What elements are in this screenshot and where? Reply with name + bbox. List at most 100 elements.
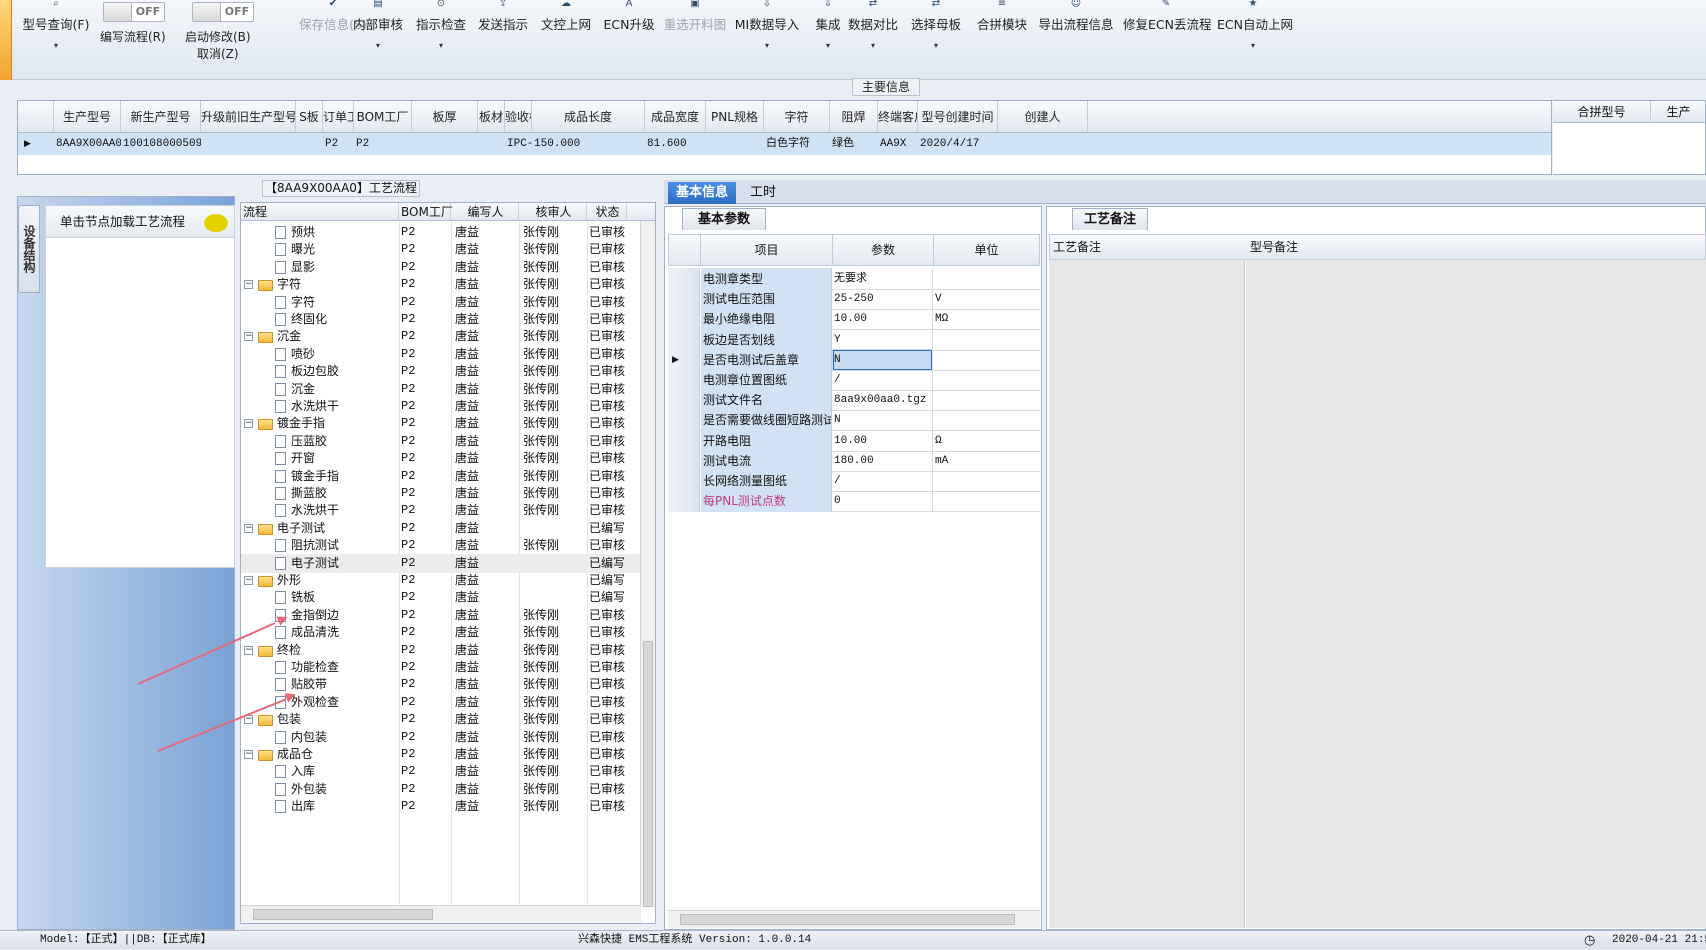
table-cell[interactable] bbox=[706, 133, 764, 155]
toolbar-button[interactable]: ☁ 文控上网 bbox=[538, 0, 594, 60]
collapse-toggle-icon[interactable]: − bbox=[244, 280, 253, 290]
tree-row[interactable]: 出库 P2 唐益 张传刚 已审核 bbox=[241, 797, 641, 816]
table-cell[interactable]: 白色字符 bbox=[764, 133, 830, 155]
row-selector[interactable] bbox=[668, 328, 700, 351]
table-cell[interactable] bbox=[998, 133, 1088, 155]
tree-row[interactable]: − 电子测试 P2 唐益 已编写 bbox=[241, 519, 641, 538]
tree-row[interactable]: 预烘 P2 唐益 张传刚 已审核 bbox=[241, 223, 641, 242]
param-value[interactable]: 10.00 bbox=[832, 429, 933, 452]
tree-vertical-scrollbar[interactable] bbox=[640, 221, 655, 907]
table-cell[interactable] bbox=[296, 133, 323, 155]
row-selector[interactable] bbox=[668, 268, 700, 290]
param-row[interactable]: 电测章位置图纸 / bbox=[668, 369, 1040, 391]
toolbar-button[interactable]: ⇩ 集成 ▾ bbox=[808, 0, 848, 60]
row-selector[interactable] bbox=[668, 449, 700, 472]
row-selector[interactable] bbox=[668, 490, 700, 513]
node-hint-header[interactable]: 单击节点加载工艺流程 bbox=[46, 206, 234, 238]
column-header[interactable]: 成品长度 bbox=[532, 101, 645, 133]
column-header[interactable]: 创建人 bbox=[998, 101, 1088, 133]
table-cell[interactable]: P2 bbox=[354, 133, 412, 155]
table-cell[interactable] bbox=[201, 133, 296, 155]
tree-row[interactable]: 曝光 P2 唐益 张传刚 已审核 bbox=[241, 240, 641, 259]
param-grid[interactable]: 项目 参数 单位 电测章类型 无要求 测试电压范围 25-250 V 最小绝缘电阻 10.0… bbox=[668, 234, 1040, 532]
param-value[interactable]: / bbox=[832, 470, 933, 492]
tree-row[interactable]: 显影 P2 唐益 张传刚 已审核 bbox=[241, 258, 641, 277]
table-cell[interactable]: 绿色 bbox=[830, 133, 878, 155]
param-value[interactable]: 8aa9x00aa0.tgz bbox=[832, 389, 933, 412]
merge-model-grid[interactable]: 合拼型号 生产 bbox=[1553, 100, 1706, 175]
column-header[interactable]: PNL规格 bbox=[706, 101, 764, 133]
collapse-toggle-icon[interactable]: − bbox=[244, 750, 253, 759]
table-cell[interactable]: 150.000 bbox=[532, 133, 645, 155]
tree-row[interactable]: 铣板 P2 唐益 已编写 bbox=[241, 588, 641, 607]
tree-row[interactable]: 贴胶带 P2 唐益 张传刚 已审核 bbox=[241, 675, 641, 694]
toolbar-button[interactable]: ★ ECN自动上网 ▾ bbox=[1217, 0, 1293, 60]
tree-row[interactable]: − 包装 P2 唐益 张传刚 已审核 bbox=[241, 710, 641, 729]
tree-row[interactable]: 内包装 P2 唐益 张传刚 已审核 bbox=[241, 728, 641, 747]
tree-row[interactable]: − 沉金 P2 唐益 张传刚 已审核 bbox=[241, 327, 641, 346]
toolbar-button[interactable]: ⊙ 指示检查 ▾ bbox=[413, 0, 469, 60]
toolbar-button[interactable]: A ECN升级 bbox=[601, 0, 657, 60]
table-cell[interactable]: 8AA9X00AA0 bbox=[54, 133, 121, 155]
collapse-toggle-icon[interactable]: − bbox=[244, 523, 253, 533]
table-cell[interactable]: 81.600 bbox=[645, 133, 706, 155]
row-selector[interactable] bbox=[668, 369, 700, 391]
param-value[interactable]: 10.00 bbox=[832, 308, 933, 331]
param-value[interactable]: N bbox=[832, 348, 933, 371]
scroll-thumb[interactable] bbox=[680, 914, 1015, 925]
param-row[interactable]: 测试电压范围 25-250 V bbox=[668, 288, 1040, 311]
param-horizontal-scrollbar[interactable] bbox=[668, 910, 1040, 928]
column-header[interactable]: 新生产型号 bbox=[121, 101, 201, 133]
param-value[interactable]: / bbox=[832, 369, 933, 391]
tree-row[interactable]: 入库 P2 唐益 张传刚 已审核 bbox=[241, 762, 641, 781]
tree-row[interactable]: 沉金 P2 唐益 张传刚 已审核 bbox=[241, 380, 641, 399]
tree-row[interactable]: 板边包胶 P2 唐益 张传刚 已审核 bbox=[241, 362, 641, 381]
table-row[interactable]: ▶ 8AA9X00AA010010800050912 P2P2 IPC-6012 I… bbox=[18, 133, 1551, 155]
collapse-toggle-icon[interactable]: − bbox=[244, 419, 253, 429]
tree-row[interactable]: 阻抗测试 P2 唐益 张传刚 已审核 bbox=[241, 536, 641, 555]
param-row[interactable]: 每PNL测试点数 0 bbox=[668, 490, 1040, 513]
process-flow-tree[interactable]: 流程 BOM工厂 编写人 核审人 状态 预烘 P2 唐益 张传刚 已审核 曝光 P2 唐益 张传… bbox=[240, 202, 656, 924]
model-info-grid[interactable]: 生产型号新生产型号升级前旧生产型号S板订单工厂BOM工厂板厚板材验收标准成品长度… bbox=[17, 100, 1552, 175]
row-selector[interactable]: ▶ bbox=[668, 348, 700, 371]
node-list[interactable]: 单击节点加载工艺流程 bbox=[45, 205, 235, 568]
tree-row[interactable]: − 外形 P2 唐益 已编写 bbox=[241, 571, 641, 590]
collapse-toggle-icon[interactable]: − bbox=[244, 332, 253, 342]
tree-row[interactable]: 水洗烘干 P2 唐益 张传刚 已审核 bbox=[241, 397, 641, 416]
collapse-toggle-icon[interactable]: − bbox=[244, 576, 253, 585]
toolbar-button[interactable]: ⇄ 数据对比 ▾ bbox=[845, 0, 901, 60]
scroll-thumb[interactable] bbox=[253, 909, 433, 920]
tree-row[interactable]: 撕蓝胶 P2 唐益 张传刚 已审核 bbox=[241, 484, 641, 503]
collapse-toggle-icon[interactable]: − bbox=[244, 645, 253, 655]
start-edit-toggle[interactable]: OFF bbox=[192, 2, 254, 22]
param-row[interactable]: 板边是否划线 Y bbox=[668, 328, 1040, 351]
process-remark-input[interactable] bbox=[1049, 260, 1245, 928]
write-flow-toggle[interactable]: OFF bbox=[103, 2, 165, 22]
tree-row[interactable]: 成品清洗 P2 唐益 张传刚 已审核 bbox=[241, 623, 641, 642]
model-remark-input[interactable] bbox=[1246, 260, 1706, 928]
toolbar-button[interactable]: ⇩ MI数据导入 ▾ bbox=[733, 0, 801, 60]
column-header[interactable]: 字符 bbox=[764, 101, 830, 133]
toolbar-button[interactable]: ⇪ 发送指示 bbox=[475, 0, 531, 60]
tree-row[interactable]: − 终检 P2 唐益 张传刚 已审核 bbox=[241, 641, 641, 660]
param-row[interactable]: ▶ 是否电测试后盖章 N bbox=[668, 348, 1040, 371]
column-header[interactable]: 订单工厂 bbox=[323, 101, 354, 133]
tree-row[interactable]: 镀金手指 P2 唐益 张传刚 已审核 bbox=[241, 467, 641, 486]
toolbar-button[interactable]: ⇄ 选择母板 ▾ bbox=[908, 0, 964, 60]
tree-row[interactable]: 终固化 P2 唐益 张传刚 已审核 bbox=[241, 310, 641, 329]
param-row[interactable]: 开路电阻 10.00 Ω bbox=[668, 429, 1040, 452]
table-cell[interactable] bbox=[412, 133, 478, 155]
row-selector[interactable] bbox=[668, 389, 700, 412]
column-header[interactable]: 升级前旧生产型号 bbox=[201, 101, 296, 133]
cancel-button[interactable]: 取消(Z) bbox=[197, 45, 239, 62]
tree-row[interactable]: 开窗 P2 唐益 张传刚 已审核 bbox=[241, 449, 641, 468]
param-row[interactable]: 最小绝缘电阻 10.00 MΩ bbox=[668, 308, 1040, 331]
tree-row[interactable]: − 镀金手指 P2 唐益 张传刚 已审核 bbox=[241, 414, 641, 433]
tree-row[interactable]: 字符 P2 唐益 张传刚 已审核 bbox=[241, 293, 641, 312]
scroll-thumb[interactable] bbox=[643, 641, 653, 907]
tree-row[interactable]: 电子测试 P2 唐益 已编写 bbox=[241, 553, 641, 573]
toolbar-button[interactable]: ≡ 合拼模块 bbox=[974, 0, 1030, 60]
table-cell[interactable]: 10010800050912 bbox=[121, 133, 201, 155]
row-selector[interactable] bbox=[668, 429, 700, 452]
toolbar-button[interactable]: ▤ 内部审核 ▾ bbox=[350, 0, 406, 60]
